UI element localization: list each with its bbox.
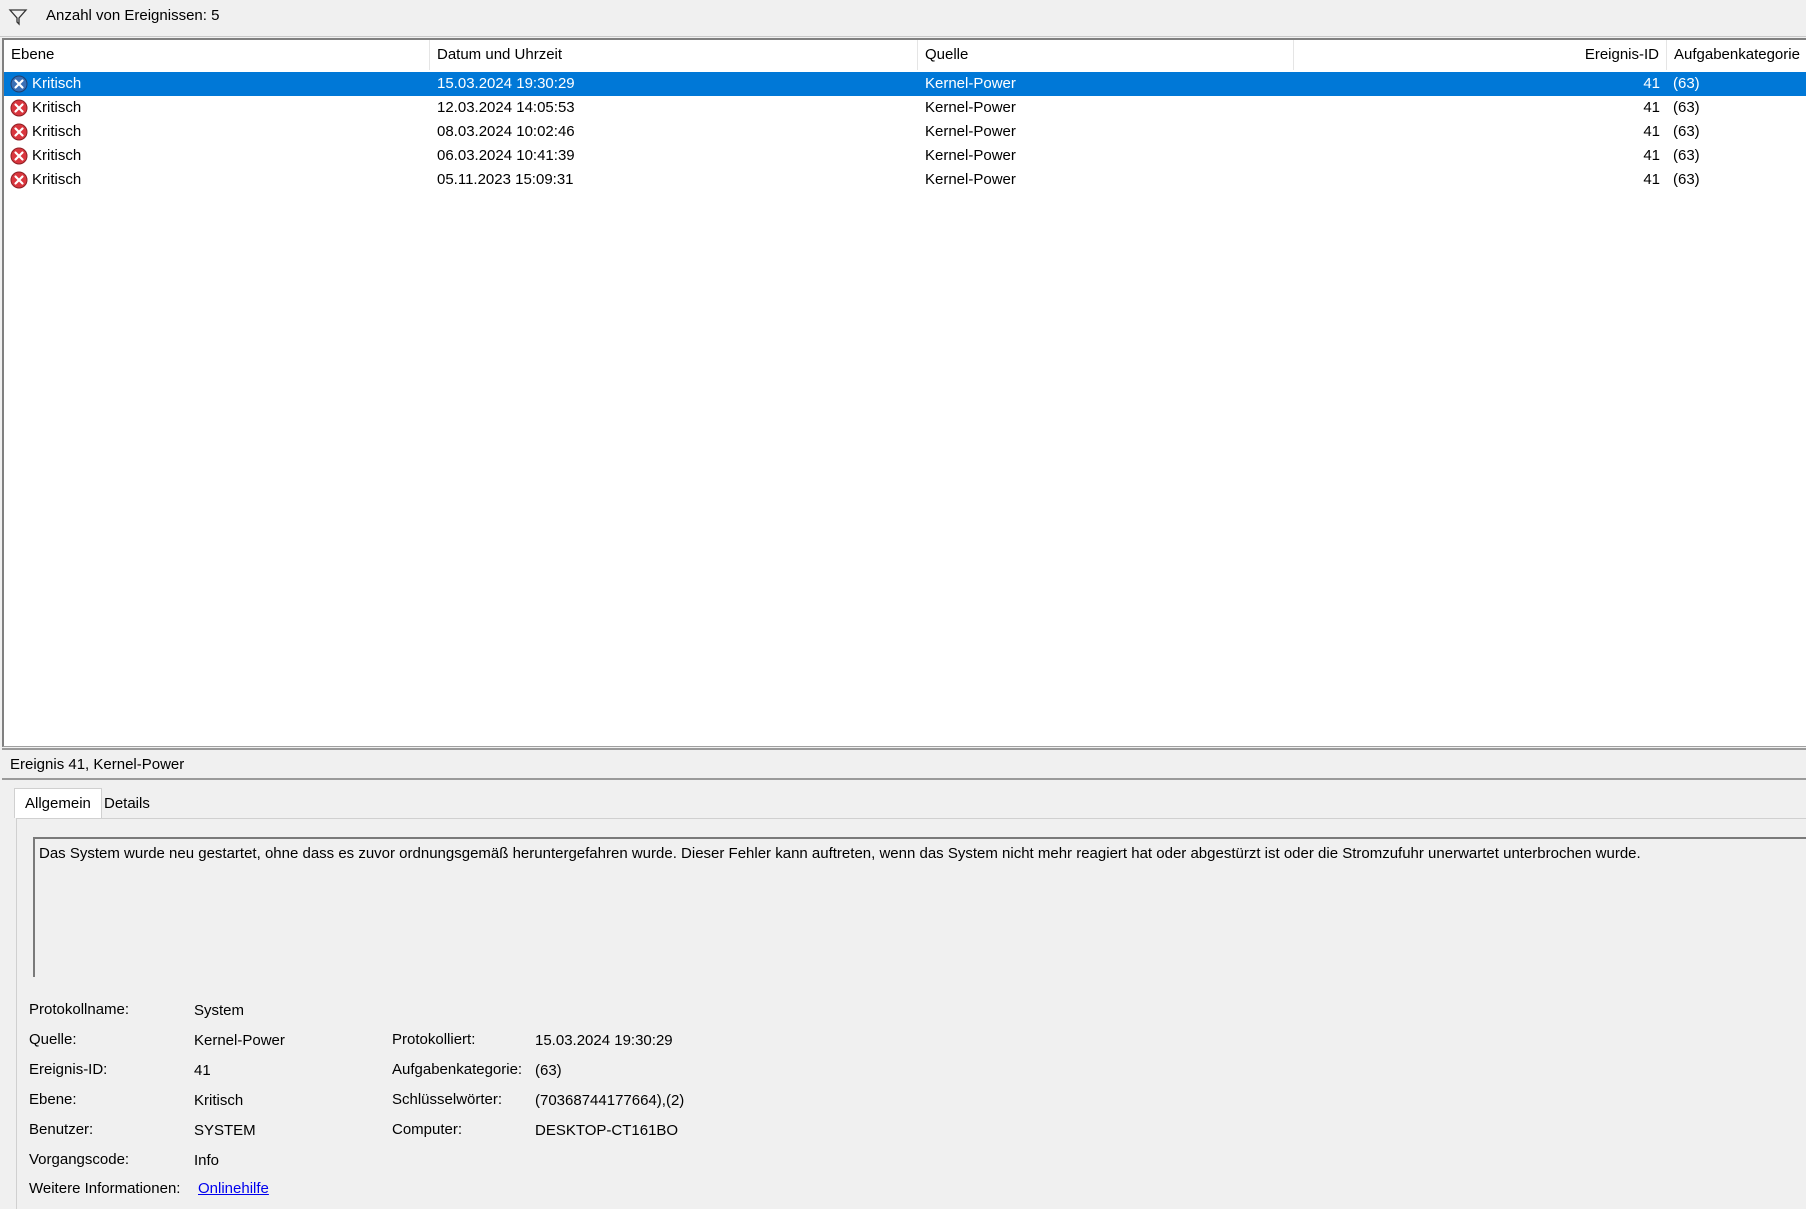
keywords-label: Schlüsselwörter: [392, 1091, 503, 1108]
event-id-label: Ereignis-ID: [29, 1061, 108, 1078]
row-datetime: 06.03.2024 10:41:39 [437, 147, 575, 164]
row-source: Kernel-Power [925, 99, 1016, 116]
critical-error-icon [10, 147, 28, 165]
row-source: Kernel-Power [925, 123, 1016, 140]
opcode-label: Vorgangscode: [29, 1151, 130, 1168]
level-value: Kritisch [194, 1092, 244, 1109]
row-datetime: 15.03.2024 19:30:29 [437, 75, 575, 92]
row-event-id: 41 [1643, 99, 1660, 116]
tab-content-general: Das System wurde neu gestartet, ohne das… [16, 818, 1806, 1209]
source-value: Kernel-Power [194, 1032, 285, 1049]
column-header-event-id[interactable]: Ereignis-ID [1294, 40, 1667, 70]
row-task-category: (63) [1673, 99, 1700, 116]
task-category-label: Aufgabenkategorie: [392, 1061, 523, 1078]
row-event-id: 41 [1643, 171, 1660, 188]
row-source: Kernel-Power [925, 75, 1016, 92]
event-id-value: 41 [194, 1062, 211, 1079]
row-level: Kritisch [32, 147, 82, 164]
filter-icon[interactable] [8, 7, 28, 27]
row-level: Kritisch [32, 99, 82, 116]
row-level: Kritisch [32, 123, 82, 140]
row-event-id: 41 [1643, 123, 1660, 140]
event-message-box[interactable]: Das System wurde neu gestartet, ohne das… [33, 837, 1806, 977]
table-row[interactable]: Kritisch 12.03.2024 14:05:53 Kernel-Powe… [4, 96, 1806, 120]
event-list[interactable]: Ebene Datum und Uhrzeit Quelle Ereignis-… [2, 38, 1806, 747]
table-row[interactable]: Kritisch 05.11.2023 15:09:31 Kernel-Powe… [4, 168, 1806, 192]
keywords-value: (70368744177664),(2) [535, 1092, 685, 1109]
task-category-value: (63) [535, 1062, 562, 1079]
user-label: Benutzer: [29, 1121, 94, 1138]
row-event-id: 41 [1643, 75, 1660, 92]
row-source: Kernel-Power [925, 171, 1016, 188]
source-label: Quelle: [29, 1031, 77, 1048]
opcode-value: Info [194, 1152, 220, 1169]
more-info-label: Weitere Informationen: [29, 1180, 181, 1197]
row-datetime: 08.03.2024 10:02:46 [437, 123, 575, 140]
table-row[interactable]: Kritisch 15.03.2024 19:30:29 Kernel-Powe… [4, 72, 1806, 96]
filter-bar: Anzahl von Ereignissen: 5 [0, 0, 1806, 37]
row-task-category: (63) [1673, 147, 1700, 164]
tab-details[interactable]: Details [94, 790, 160, 818]
column-header-level[interactable]: Ebene [4, 40, 430, 70]
critical-error-icon [10, 171, 28, 189]
column-header-source[interactable]: Quelle [918, 40, 1294, 70]
user-value: SYSTEM [194, 1122, 256, 1139]
column-header-datetime[interactable]: Datum und Uhrzeit [430, 40, 918, 70]
logged-label: Protokolliert: [392, 1031, 476, 1048]
computer-value: DESKTOP-CT161BO [535, 1122, 679, 1139]
row-datetime: 12.03.2024 14:05:53 [437, 99, 575, 116]
row-datetime: 05.11.2023 15:09:31 [437, 171, 574, 188]
row-task-category: (63) [1673, 75, 1700, 92]
critical-error-icon [10, 123, 28, 141]
logged-value: 15.03.2024 19:30:29 [535, 1032, 673, 1049]
event-detail-title: Ereignis 41, Kernel-Power [2, 750, 1806, 780]
event-message-text: Das System wurde neu gestartet, ohne das… [39, 845, 1641, 862]
column-header-task-category[interactable]: Aufgabenkategorie [1667, 40, 1806, 70]
row-task-category: (63) [1673, 123, 1700, 140]
row-event-id: 41 [1643, 147, 1660, 164]
online-help-link[interactable]: Onlinehilfe [198, 1180, 269, 1197]
log-name-value: System [194, 1002, 245, 1019]
table-row[interactable]: Kritisch 08.03.2024 10:02:46 Kernel-Powe… [4, 120, 1806, 144]
row-task-category: (63) [1673, 171, 1700, 188]
row-source: Kernel-Power [925, 147, 1016, 164]
log-name-label: Protokollname: [29, 1001, 130, 1018]
level-label: Ebene: [29, 1091, 77, 1108]
row-level: Kritisch [32, 171, 82, 188]
event-detail-panel: Ereignis 41, Kernel-Power Allgemein Deta… [2, 748, 1806, 1209]
critical-error-icon [10, 99, 28, 117]
row-level: Kritisch [32, 75, 82, 92]
table-row[interactable]: Kritisch 06.03.2024 10:41:39 Kernel-Powe… [4, 144, 1806, 168]
event-count-label: Anzahl von Ereignissen: 5 [46, 7, 220, 24]
critical-error-icon [10, 75, 28, 93]
tab-allgemein[interactable]: Allgemein [14, 788, 102, 818]
computer-label: Computer: [392, 1121, 463, 1138]
list-header: Ebene Datum und Uhrzeit Quelle Ereignis-… [4, 40, 1806, 70]
